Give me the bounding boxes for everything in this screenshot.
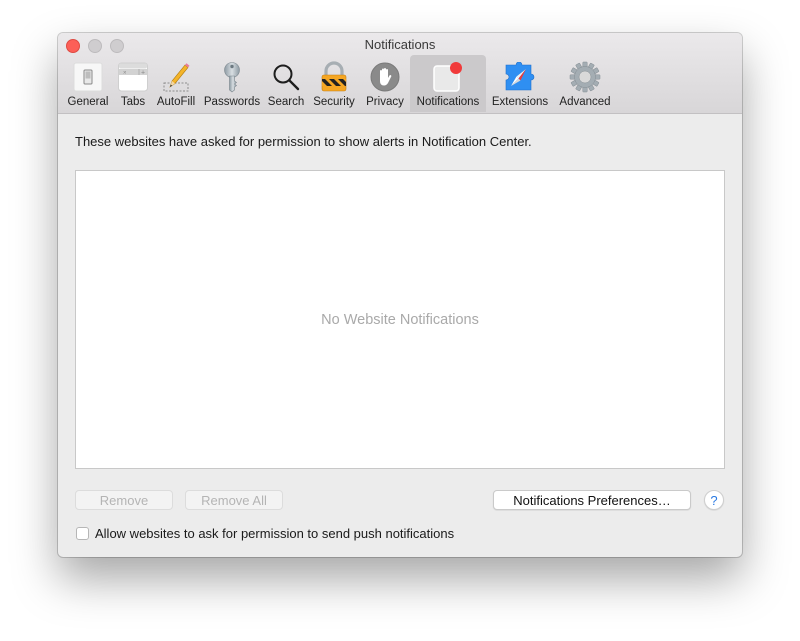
empty-list-message: No Website Notifications <box>321 312 479 328</box>
tab-label: Privacy <box>366 96 404 108</box>
allow-push-permission-checkbox[interactable] <box>76 527 89 540</box>
puzzle-compass-icon <box>504 61 536 93</box>
tab-extensions[interactable]: Extensions <box>486 55 554 112</box>
general-switch-icon <box>72 61 104 93</box>
tab-label: Extensions <box>491 96 549 108</box>
pencil-icon <box>160 61 192 93</box>
tab-label: Passwords <box>203 96 261 108</box>
tab-label: Security <box>313 96 355 108</box>
magnifier-icon <box>270 61 302 93</box>
tab-search[interactable]: Search <box>264 55 308 112</box>
remove-button[interactable]: Remove <box>75 490 173 510</box>
tab-security[interactable]: Security <box>308 55 360 112</box>
pane-description: These websites have asked for permission… <box>75 134 532 149</box>
key-icon <box>216 61 248 93</box>
remove-all-button[interactable]: Remove All <box>185 490 283 510</box>
tab-label: Tabs <box>120 96 146 108</box>
allow-push-permission-row[interactable]: Allow websites to ask for permission to … <box>76 526 454 541</box>
tab-general[interactable]: General <box>62 55 114 112</box>
tab-label: Advanced <box>559 96 611 108</box>
tabs-icon: × + <box>117 61 149 93</box>
tab-label: General <box>67 96 109 108</box>
padlock-icon <box>318 61 350 93</box>
svg-text:×: × <box>123 71 127 77</box>
svg-text:+: + <box>141 70 145 77</box>
tab-notifications[interactable]: Notifications <box>410 55 486 112</box>
notifications-preferences-button[interactable]: Notifications Preferences… <box>493 490 691 510</box>
notification-badge-icon <box>432 61 464 93</box>
allow-push-permission-label[interactable]: Allow websites to ask for permission to … <box>95 526 454 541</box>
hand-icon <box>369 61 401 93</box>
tab-tabs[interactable]: × + Tabs <box>114 55 152 112</box>
tab-passwords[interactable]: Passwords <box>200 55 264 112</box>
window-title: Notifications <box>364 37 436 52</box>
preferences-toolbar: General × + Tabs AutoFill Passwords Sear… <box>62 55 616 112</box>
title-bar: Notifications General × + Tabs AutoFill … <box>58 33 742 114</box>
gear-icon <box>569 61 601 93</box>
question-mark-icon: ? <box>710 492 718 508</box>
tab-label: Search <box>267 96 305 108</box>
preferences-window: Notifications General × + Tabs AutoFill … <box>58 33 742 557</box>
tab-privacy[interactable]: Privacy <box>360 55 410 112</box>
notifications-pane: These websites have asked for permission… <box>58 114 742 557</box>
website-notifications-list[interactable]: No Website Notifications <box>75 170 725 469</box>
tab-autofill[interactable]: AutoFill <box>152 55 200 112</box>
tab-label: AutoFill <box>156 96 196 108</box>
tab-advanced[interactable]: Advanced <box>554 55 616 112</box>
help-button[interactable]: ? <box>704 490 724 510</box>
tab-label: Notifications <box>416 96 480 108</box>
